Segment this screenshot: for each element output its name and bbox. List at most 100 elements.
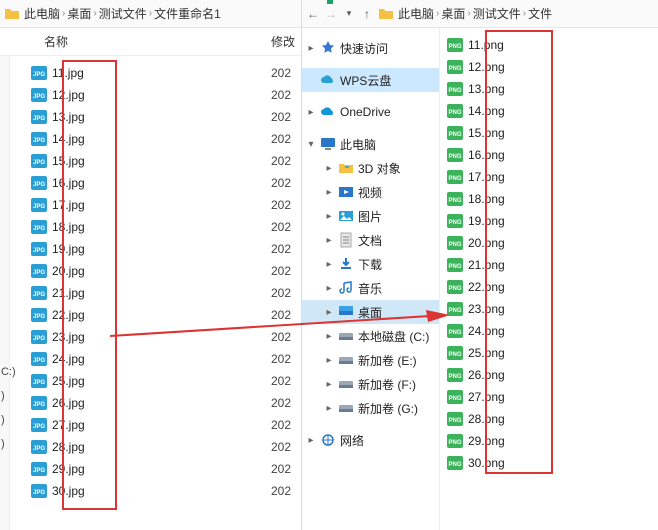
png-file-icon (446, 322, 464, 340)
file-row[interactable]: 21.png (440, 254, 658, 276)
breadcrumb-segment[interactable]: 此电脑 (398, 5, 434, 22)
file-row[interactable]: 29.jpg202 (10, 458, 301, 480)
file-row[interactable]: 21.jpg202 (10, 282, 301, 304)
caret-icon[interactable]: ▸ (306, 435, 316, 446)
nav-back-icon[interactable]: ← (306, 7, 320, 21)
file-row[interactable]: 25.png (440, 342, 658, 364)
file-row[interactable]: 12.png (440, 56, 658, 78)
nav-up-icon[interactable]: ↑ (360, 7, 374, 21)
file-row[interactable]: 26.jpg202 (10, 392, 301, 414)
breadcrumb-segment[interactable]: 桌面 (441, 5, 465, 22)
file-row[interactable]: 30.png (440, 452, 658, 474)
file-row[interactable]: 11.png (440, 34, 658, 56)
breadcrumb-segment[interactable]: 此电脑 (24, 5, 60, 22)
breadcrumb-segment[interactable]: 测试文件 (99, 5, 147, 22)
tree-item-download[interactable]: ▸下载 (302, 252, 439, 276)
caret-icon[interactable]: ▸ (324, 259, 334, 270)
file-row[interactable]: 16.png (440, 144, 658, 166)
caret-icon[interactable]: ▸ (324, 187, 334, 198)
file-row[interactable]: 16.jpg202 (10, 172, 301, 194)
nav-tree[interactable]: ▸快速访问WPS云盘▸OneDrive▾此电脑▸3D 对象▸视频▸图片▸文档▸下… (302, 28, 440, 530)
file-row[interactable]: 18.png (440, 188, 658, 210)
file-row[interactable]: 19.jpg202 (10, 238, 301, 260)
left-breadcrumb[interactable]: 此电脑 › 桌面 › 测试文件 › 文件重命名1 (24, 5, 221, 22)
file-name: 25.jpg (52, 374, 271, 388)
file-row[interactable]: 28.jpg202 (10, 436, 301, 458)
tree-item-drive[interactable]: ▸新加卷 (G:) (302, 396, 439, 420)
tree-item-net[interactable]: ▸网络 (302, 428, 439, 452)
breadcrumb-segment[interactable]: 文件 (528, 5, 552, 22)
tree-item-folder3d[interactable]: ▸3D 对象 (302, 156, 439, 180)
tree-item-drive[interactable]: ▸新加卷 (E:) (302, 348, 439, 372)
nav-dropdown-icon[interactable]: ▾ (342, 7, 356, 21)
file-row[interactable]: 20.png (440, 232, 658, 254)
breadcrumb-segment[interactable]: 文件重命名1 (154, 5, 221, 22)
caret-icon[interactable]: ▸ (306, 43, 316, 54)
file-row[interactable]: 23.png (440, 298, 658, 320)
file-row[interactable]: 26.png (440, 364, 658, 386)
file-row[interactable]: 14.png (440, 100, 658, 122)
file-row[interactable]: 22.jpg202 (10, 304, 301, 326)
right-breadcrumb[interactable]: 此电脑 › 桌面 › 测试文件 › 文件 (398, 5, 552, 22)
star-icon (320, 40, 336, 56)
breadcrumb-segment[interactable]: 桌面 (67, 5, 91, 22)
file-modified: 202 (271, 286, 301, 300)
file-name: 15.png (468, 126, 658, 140)
left-column-header[interactable]: 名称 修改 (0, 28, 301, 56)
file-row[interactable]: 27.png (440, 386, 658, 408)
tree-item-drive[interactable]: ▸本地磁盘 (C:) (302, 324, 439, 348)
tree-item-music[interactable]: ▸音乐 (302, 276, 439, 300)
left-file-list[interactable]: 11.jpg20212.jpg20213.jpg20214.jpg20215.j… (10, 56, 301, 530)
caret-icon[interactable]: ▸ (324, 235, 334, 246)
file-row[interactable]: 15.png (440, 122, 658, 144)
caret-icon[interactable]: ▾ (306, 139, 316, 150)
file-name: 22.jpg (52, 308, 271, 322)
column-modified[interactable]: 修改 (271, 33, 301, 50)
caret-icon[interactable]: ▸ (324, 163, 334, 174)
tree-label: 视频 (358, 184, 382, 201)
file-row[interactable]: 11.jpg202 (10, 62, 301, 84)
file-row[interactable]: 13.png (440, 78, 658, 100)
breadcrumb-segment[interactable]: 测试文件 (473, 5, 521, 22)
nav-forward-icon[interactable]: → (324, 7, 338, 21)
file-row[interactable]: 24.png (440, 320, 658, 342)
file-row[interactable]: 17.jpg202 (10, 194, 301, 216)
file-row[interactable]: 18.jpg202 (10, 216, 301, 238)
file-name: 17.jpg (52, 198, 271, 212)
file-row[interactable]: 17.png (440, 166, 658, 188)
caret-icon[interactable]: ▸ (324, 211, 334, 222)
caret-icon[interactable]: ▸ (324, 283, 334, 294)
tree-label: 文档 (358, 232, 382, 249)
tree-item-onedrive[interactable]: ▸OneDrive (302, 100, 439, 124)
file-row[interactable]: 20.jpg202 (10, 260, 301, 282)
tree-item-star[interactable]: ▸快速访问 (302, 36, 439, 60)
file-row[interactable]: 15.jpg202 (10, 150, 301, 172)
caret-icon[interactable]: ▸ (324, 379, 334, 390)
tree-item-drive[interactable]: ▸新加卷 (F:) (302, 372, 439, 396)
caret-icon[interactable]: ▸ (306, 107, 316, 118)
file-row[interactable]: 22.png (440, 276, 658, 298)
file-row[interactable]: 27.jpg202 (10, 414, 301, 436)
file-row[interactable]: 13.jpg202 (10, 106, 301, 128)
tree-item-picture[interactable]: ▸图片 (302, 204, 439, 228)
right-file-list[interactable]: 11.png12.png13.png14.png 15.png 16.png17.p… (440, 28, 658, 530)
column-name[interactable]: 名称 (0, 33, 271, 50)
file-row[interactable]: 29.png (440, 430, 658, 452)
tree-item-doc[interactable]: ▸ 文档 (302, 228, 439, 252)
tree-item-desktop[interactable]: ▸桌面 (302, 300, 439, 324)
caret-icon[interactable]: ▸ (324, 355, 334, 366)
file-row[interactable]: 24.jpg202 (10, 348, 301, 370)
tree-item-video[interactable]: ▸ 视频 (302, 180, 439, 204)
file-row[interactable]: 25.jpg202 (10, 370, 301, 392)
caret-icon[interactable]: ▸ (324, 307, 334, 318)
caret-icon[interactable]: ▸ (324, 403, 334, 414)
tree-item-wps[interactable]: WPS云盘 (302, 68, 439, 92)
file-row[interactable]: 12.jpg202 (10, 84, 301, 106)
file-row[interactable]: 23.jpg202 (10, 326, 301, 348)
caret-icon[interactable]: ▸ (324, 331, 334, 342)
file-row[interactable]: 14.jpg202 (10, 128, 301, 150)
file-row[interactable]: 30.jpg202 (10, 480, 301, 502)
file-row[interactable]: 19.png (440, 210, 658, 232)
file-row[interactable]: 28.png (440, 408, 658, 430)
tree-item-monitor[interactable]: ▾此电脑 (302, 132, 439, 156)
